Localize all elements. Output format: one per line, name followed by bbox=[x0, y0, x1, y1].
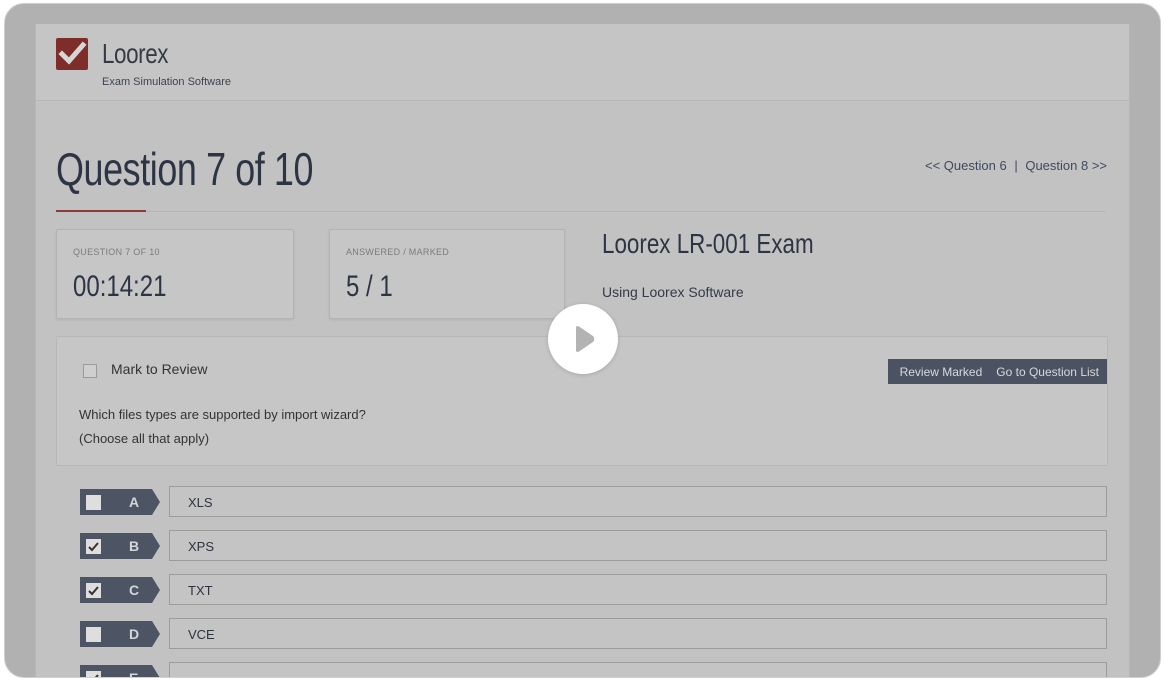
timer-value: 00:14:21 bbox=[73, 270, 167, 303]
review-marked-button[interactable]: Review Marked bbox=[888, 365, 991, 379]
question-text-line1: Which files types are supported by impor… bbox=[79, 407, 366, 422]
answer-text-box[interactable]: XLS bbox=[169, 486, 1107, 517]
answer-letter: A bbox=[129, 494, 140, 510]
play-button[interactable] bbox=[548, 304, 618, 374]
answer-text-box[interactable]: VCE bbox=[169, 618, 1107, 649]
check-icon bbox=[88, 542, 99, 552]
app-header: Loorex Exam Simulation Software bbox=[36, 24, 1129, 101]
answer-letter-tab[interactable]: D bbox=[80, 621, 160, 647]
app-name: Loorex bbox=[102, 38, 169, 69]
page-title: Question 7 of 10 bbox=[56, 143, 314, 195]
exam-subtitle: Using Loorex Software bbox=[602, 284, 744, 300]
answer-letter-tab[interactable]: C bbox=[80, 577, 160, 603]
answer-checkbox-e[interactable] bbox=[86, 671, 101, 677]
answered-value: 5 / 1 bbox=[346, 270, 393, 303]
answer-checkbox-d[interactable] bbox=[86, 627, 101, 642]
answer-checkbox-b[interactable] bbox=[86, 539, 101, 554]
answer-text-box[interactable]: XPS bbox=[169, 530, 1107, 561]
answer-checkbox-c[interactable] bbox=[86, 583, 101, 598]
nav-separator: | bbox=[1014, 158, 1018, 173]
answer-letter: C bbox=[129, 582, 140, 598]
answer-text: XLS bbox=[188, 495, 213, 510]
check-icon bbox=[88, 674, 99, 677]
answer-letter: E bbox=[129, 670, 139, 678]
answer-letter: B bbox=[129, 538, 140, 554]
answer-checkbox-a[interactable] bbox=[86, 495, 101, 510]
check-icon bbox=[88, 586, 99, 596]
question-text: Which files types are supported by impor… bbox=[79, 403, 366, 451]
app-subtitle: Exam Simulation Software bbox=[102, 76, 231, 88]
play-icon bbox=[576, 326, 595, 352]
timer-label: QUESTION 7 OF 10 bbox=[73, 247, 160, 257]
answer-text-box[interactable]: TXT bbox=[169, 574, 1107, 605]
answer-letter-tab[interactable]: A bbox=[80, 489, 160, 515]
question-navigation: << Question 6 | Question 8 >> bbox=[925, 158, 1107, 173]
answer-text: VCE bbox=[188, 627, 215, 642]
panel-button-group: Review Marked Go to Question List bbox=[887, 359, 1107, 384]
title-divider bbox=[146, 211, 1106, 212]
answer-letter-tab[interactable]: E bbox=[80, 665, 160, 678]
question-text-line2: (Choose all that apply) bbox=[79, 431, 210, 446]
timer-card: QUESTION 7 OF 10 00:14:21 bbox=[56, 229, 294, 319]
go-to-question-list-button[interactable]: Go to Question List bbox=[990, 365, 1107, 379]
answer-text-box[interactable] bbox=[169, 662, 1107, 677]
mark-to-review-label[interactable]: Mark to Review bbox=[111, 361, 207, 377]
answered-card: ANSWERED / MARKED 5 / 1 bbox=[329, 229, 565, 319]
mark-to-review-checkbox[interactable] bbox=[83, 364, 97, 378]
answered-label: ANSWERED / MARKED bbox=[346, 247, 450, 257]
answer-text: TXT bbox=[188, 583, 213, 598]
checkmark-logo-icon bbox=[56, 38, 88, 70]
answer-letter: D bbox=[129, 626, 140, 642]
previous-question-link[interactable]: << Question 6 bbox=[925, 158, 1007, 173]
title-accent-underline bbox=[56, 210, 146, 212]
video-thumbnail-frame: Loorex Exam Simulation Software Question… bbox=[4, 3, 1161, 678]
answer-letter-tab[interactable]: B bbox=[80, 533, 160, 559]
answer-text: XPS bbox=[188, 539, 215, 554]
exam-title: Loorex LR-001 Exam bbox=[602, 228, 814, 259]
next-question-link[interactable]: Question 8 >> bbox=[1025, 158, 1107, 173]
